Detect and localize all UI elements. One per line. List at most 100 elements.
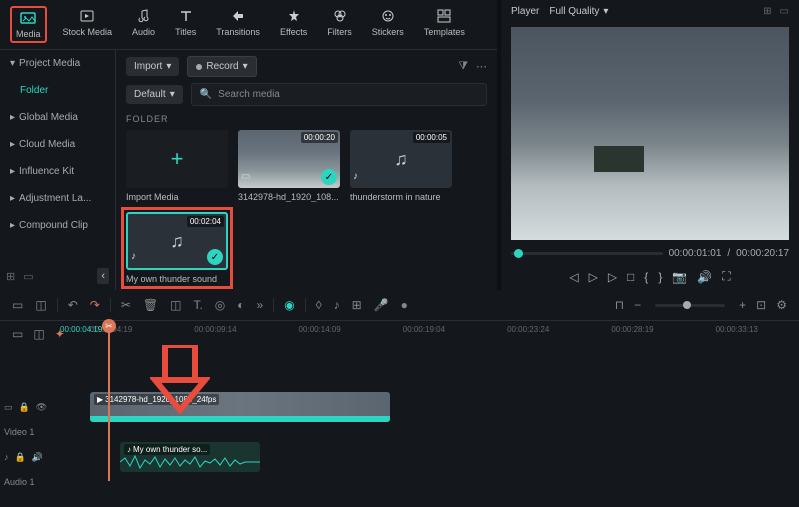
- audio-track: ♪ 🔒 🔊 ♪My own thunder so...: [90, 440, 799, 474]
- zoom-slider[interactable]: [655, 304, 725, 307]
- delete-icon[interactable]: 🗑: [141, 296, 160, 314]
- lock-icon[interactable]: 🔒: [19, 402, 30, 413]
- effects-icon: [286, 8, 302, 24]
- voice-icon[interactable]: 🎤: [372, 296, 391, 314]
- prev-frame-icon[interactable]: ◁: [569, 270, 578, 284]
- collapse-icon[interactable]: ‹: [97, 268, 109, 284]
- settings-icon[interactable]: ⚙: [774, 296, 789, 314]
- check-icon: ✓: [321, 169, 337, 185]
- fullscreen-icon[interactable]: ⛶: [722, 269, 730, 284]
- audio-type-icon: ♪: [353, 171, 367, 185]
- mark-in-icon[interactable]: {: [644, 270, 648, 284]
- speed-icon[interactable]: »: [255, 296, 266, 314]
- image-view-icon[interactable]: ▭: [780, 6, 789, 17]
- music-icon: ♪: [127, 445, 131, 454]
- sidebar-project-media[interactable]: ▾Project Media: [0, 50, 115, 77]
- grid-view-icon[interactable]: ⊞: [763, 6, 771, 17]
- fit-icon[interactable]: ⊡: [754, 296, 768, 314]
- crop-tool-icon[interactable]: ◫: [33, 296, 48, 314]
- color-icon[interactable]: ◉: [282, 296, 296, 314]
- search-input[interactable]: 🔍Search media: [191, 83, 487, 106]
- chevron-down-icon: ▾: [243, 61, 248, 72]
- playhead-cursor[interactable]: ✂: [108, 321, 110, 481]
- marker-icon[interactable]: ◊: [314, 296, 324, 314]
- toolbar-templates[interactable]: Templates: [420, 6, 469, 43]
- audio-type-icon: ♪: [131, 251, 145, 265]
- toolbar-stock[interactable]: Stock Media: [59, 6, 117, 43]
- import-button[interactable]: Import▾: [126, 57, 179, 76]
- record-dot-icon: [196, 64, 202, 70]
- audio-tool-icon[interactable]: ♪: [332, 296, 342, 314]
- select-tool-icon[interactable]: ▭: [10, 296, 25, 314]
- toolbar-transitions[interactable]: Transitions: [212, 6, 264, 43]
- media-audio-1[interactable]: ♫ 00:00:05 ♪ thunderstorm in nature: [350, 130, 452, 202]
- text-icon[interactable]: T.: [191, 296, 204, 314]
- chevron-right-icon: ▸: [10, 220, 15, 231]
- adjust-icon[interactable]: ◐: [235, 296, 246, 314]
- chevron-right-icon: ▸: [10, 112, 15, 123]
- current-time: 00:00:01:01: [669, 248, 722, 259]
- mixer-icon[interactable]: ⊞: [350, 296, 364, 314]
- stickers-icon: [380, 8, 396, 24]
- crop-icon[interactable]: ◫: [168, 296, 183, 314]
- lock-icon[interactable]: 🔒: [15, 452, 26, 463]
- sidebar-cloud[interactable]: ▸Cloud Media: [0, 131, 115, 158]
- media-video[interactable]: 00:00:20 ▭ ✓ 3142978-hd_1920_108...: [238, 130, 340, 202]
- track-icon[interactable]: ◎: [213, 296, 227, 314]
- toolbar-titles[interactable]: Titles: [171, 6, 200, 43]
- redo-icon[interactable]: ↷: [88, 296, 102, 314]
- magnet-icon[interactable]: ⊓: [613, 296, 626, 314]
- music-icon: ♫: [170, 231, 184, 252]
- stock-icon: [79, 8, 95, 24]
- media-import[interactable]: + Import Media: [126, 130, 228, 202]
- toolbar-audio[interactable]: Audio: [128, 6, 159, 43]
- mark-out-icon[interactable]: }: [658, 270, 662, 284]
- playback-slider[interactable]: [511, 252, 663, 255]
- sidebar-influence[interactable]: ▸Influence Kit: [0, 158, 115, 185]
- stop-icon[interactable]: □: [627, 270, 634, 284]
- visibility-icon[interactable]: 👁: [36, 402, 47, 413]
- transitions-icon: [230, 8, 246, 24]
- sidebar-compound[interactable]: ▸Compound Clip: [0, 212, 115, 239]
- music-icon: ♫: [394, 149, 408, 170]
- sidebar-folder[interactable]: Folder: [0, 77, 115, 104]
- video-type-icon: ▭: [241, 171, 255, 185]
- player-title: Player: [511, 6, 539, 17]
- toolbar-stickers[interactable]: Stickers: [368, 6, 408, 43]
- next-frame-icon[interactable]: ▷: [608, 270, 617, 284]
- chevron-right-icon: ▸: [10, 193, 15, 204]
- play-icon[interactable]: ▷: [589, 270, 598, 284]
- video-preview[interactable]: [511, 27, 789, 240]
- zoom-in-icon[interactable]: +: [737, 296, 748, 314]
- quality-dropdown[interactable]: Full Quality▾: [549, 6, 608, 17]
- snapshot-icon[interactable]: 📷: [672, 270, 687, 284]
- chevron-right-icon: ▸: [10, 139, 15, 150]
- new-folder-icon[interactable]: ⊞: [6, 270, 15, 283]
- plus-icon: +: [171, 146, 184, 172]
- templates-icon: [436, 8, 452, 24]
- record-tool-icon[interactable]: ●: [399, 296, 410, 314]
- folder-icon[interactable]: ▭: [23, 270, 33, 283]
- sidebar-global[interactable]: ▸Global Media: [0, 104, 115, 131]
- annotation-arrow-icon: [150, 345, 210, 415]
- filter-icon[interactable]: ⧩: [458, 60, 468, 73]
- total-time: 00:00:20:17: [736, 248, 789, 259]
- toolbar-filters[interactable]: Filters: [323, 6, 356, 43]
- volume-icon[interactable]: 🔊: [697, 270, 712, 284]
- sidebar-adjustment[interactable]: ▸Adjustment La...: [0, 185, 115, 212]
- toolbar-effects[interactable]: Effects: [276, 6, 311, 43]
- undo-icon[interactable]: ↶: [66, 296, 80, 314]
- mute-icon[interactable]: 🔊: [32, 452, 43, 463]
- audio-clip[interactable]: ♪My own thunder so...: [120, 442, 260, 472]
- more-icon[interactable]: ⋯: [476, 60, 487, 73]
- folder-header: FOLDER: [126, 114, 487, 124]
- cut-icon[interactable]: ✂: [119, 296, 133, 314]
- sort-button[interactable]: Default▾: [126, 85, 183, 104]
- media-audio-2[interactable]: ♫ 00:02:04 ♪ ✓ My own thunder sound: [126, 212, 228, 284]
- video-clip[interactable]: ▶3142978-hd_1920_1080_24fps: [90, 392, 390, 422]
- zoom-out-icon[interactable]: −: [632, 296, 643, 314]
- record-button[interactable]: Record▾: [187, 56, 256, 77]
- timeline-ruler[interactable]: ▭ ◫ ✦ 00:00:04:19 00:00:04:19 00:00:09:1…: [0, 321, 799, 338]
- chevron-down-icon: ▾: [166, 61, 171, 72]
- toolbar-media[interactable]: Media: [10, 6, 47, 43]
